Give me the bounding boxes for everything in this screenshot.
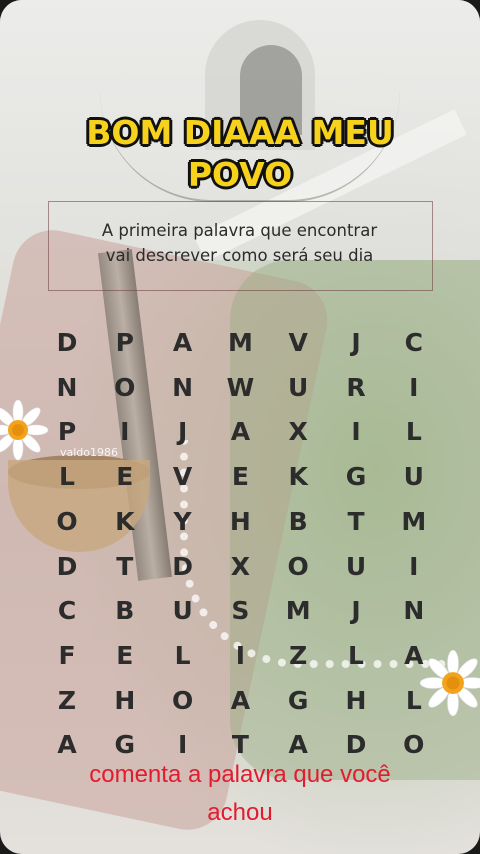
grid-letter: L (405, 417, 422, 447)
grid-letter: T (116, 551, 134, 581)
grid-letter: B (288, 506, 308, 536)
grid-letter: Z (57, 685, 77, 715)
grid-letter: B (115, 596, 135, 626)
grid-letter: H (114, 685, 136, 715)
grid-letter: O (114, 372, 136, 402)
grid-letter: G (345, 462, 367, 492)
grid-letter: L (174, 640, 191, 670)
grid-letter: V (288, 328, 308, 357)
grid-letter: G (287, 685, 309, 715)
grid-letter: X (288, 417, 308, 447)
grid-letter: C (57, 596, 77, 626)
grid-letter: O (287, 551, 309, 581)
title-line-2: POVO (187, 155, 293, 194)
grid-letter: H (229, 506, 251, 536)
grid-letter: E (231, 462, 249, 492)
grid-letter: J (351, 328, 361, 357)
grid-letter: A (172, 328, 193, 357)
grid-letter: N (56, 372, 78, 402)
grid-letter: D (56, 328, 78, 357)
grid-letter: I (409, 372, 419, 402)
title-line-1: BOM DIAAA MEU (86, 113, 394, 152)
grid-letter: L (348, 640, 364, 670)
grid-letter: U (172, 596, 193, 626)
grid-letter: P (57, 417, 77, 447)
grid-letter: K (288, 462, 308, 492)
call-to-action-line-1: comenta a palavra que você (89, 761, 391, 788)
grid-letter: I (409, 551, 419, 581)
grid-letter: R (346, 372, 366, 402)
grid-letter: V (172, 462, 193, 492)
grid-letter: M (227, 328, 253, 357)
grid-letter: J (177, 417, 188, 447)
grid-letter: E (116, 640, 134, 670)
grid-letter: D (172, 551, 193, 581)
grid-letter: C (404, 328, 423, 357)
grid-letter: O (56, 506, 78, 536)
call-to-action-line-2: achou (207, 799, 273, 826)
grid-letter: H (345, 685, 367, 715)
video-frame: BOM DIAAA MEU POVO A primeira palavra qu… (0, 0, 480, 854)
subtitle-line-2: vai descrever como será seu dia (105, 246, 374, 265)
grid-letter: S (231, 596, 250, 626)
grid-letter: N (403, 596, 425, 626)
grid-letter: W (226, 372, 255, 402)
call-to-action: comenta a palavra que você achou (0, 756, 480, 832)
grid-letter: Y (173, 506, 192, 536)
grid-letter: Z (289, 640, 308, 670)
grid-letter: E (116, 462, 134, 492)
grid-letter: U (345, 551, 367, 581)
subtitle-line-1: A primeira palavra que encontrar (101, 221, 378, 240)
grid-letter: I (351, 417, 361, 447)
grid-letter: X (230, 551, 251, 581)
grid-letter: M (285, 596, 311, 626)
grid-letter: M (401, 506, 427, 536)
subtitle: A primeira palavra que encontrar vai des… (48, 218, 431, 268)
grid-letter: I (120, 417, 130, 447)
grid-letter: O (171, 685, 194, 715)
grid-letter: P (115, 328, 134, 357)
grid-letter: A (230, 417, 251, 447)
grid-letter: A (230, 685, 251, 715)
grid-letter: T (347, 506, 365, 536)
daisy-flower-icon (419, 649, 480, 717)
grid-letter: U (403, 462, 424, 492)
grid-letter: D (56, 551, 78, 581)
grid-letter: L (59, 462, 75, 492)
page-title: BOM DIAAA MEU POVO (0, 112, 480, 196)
grid-letter: I (235, 640, 246, 670)
grid-letter: K (115, 506, 135, 536)
grid-letter: F (58, 640, 76, 670)
daisy-flower-icon (0, 399, 49, 461)
grid-letter: U (288, 372, 309, 402)
grid-letter: J (351, 596, 361, 626)
grid-letter: N (172, 372, 194, 402)
